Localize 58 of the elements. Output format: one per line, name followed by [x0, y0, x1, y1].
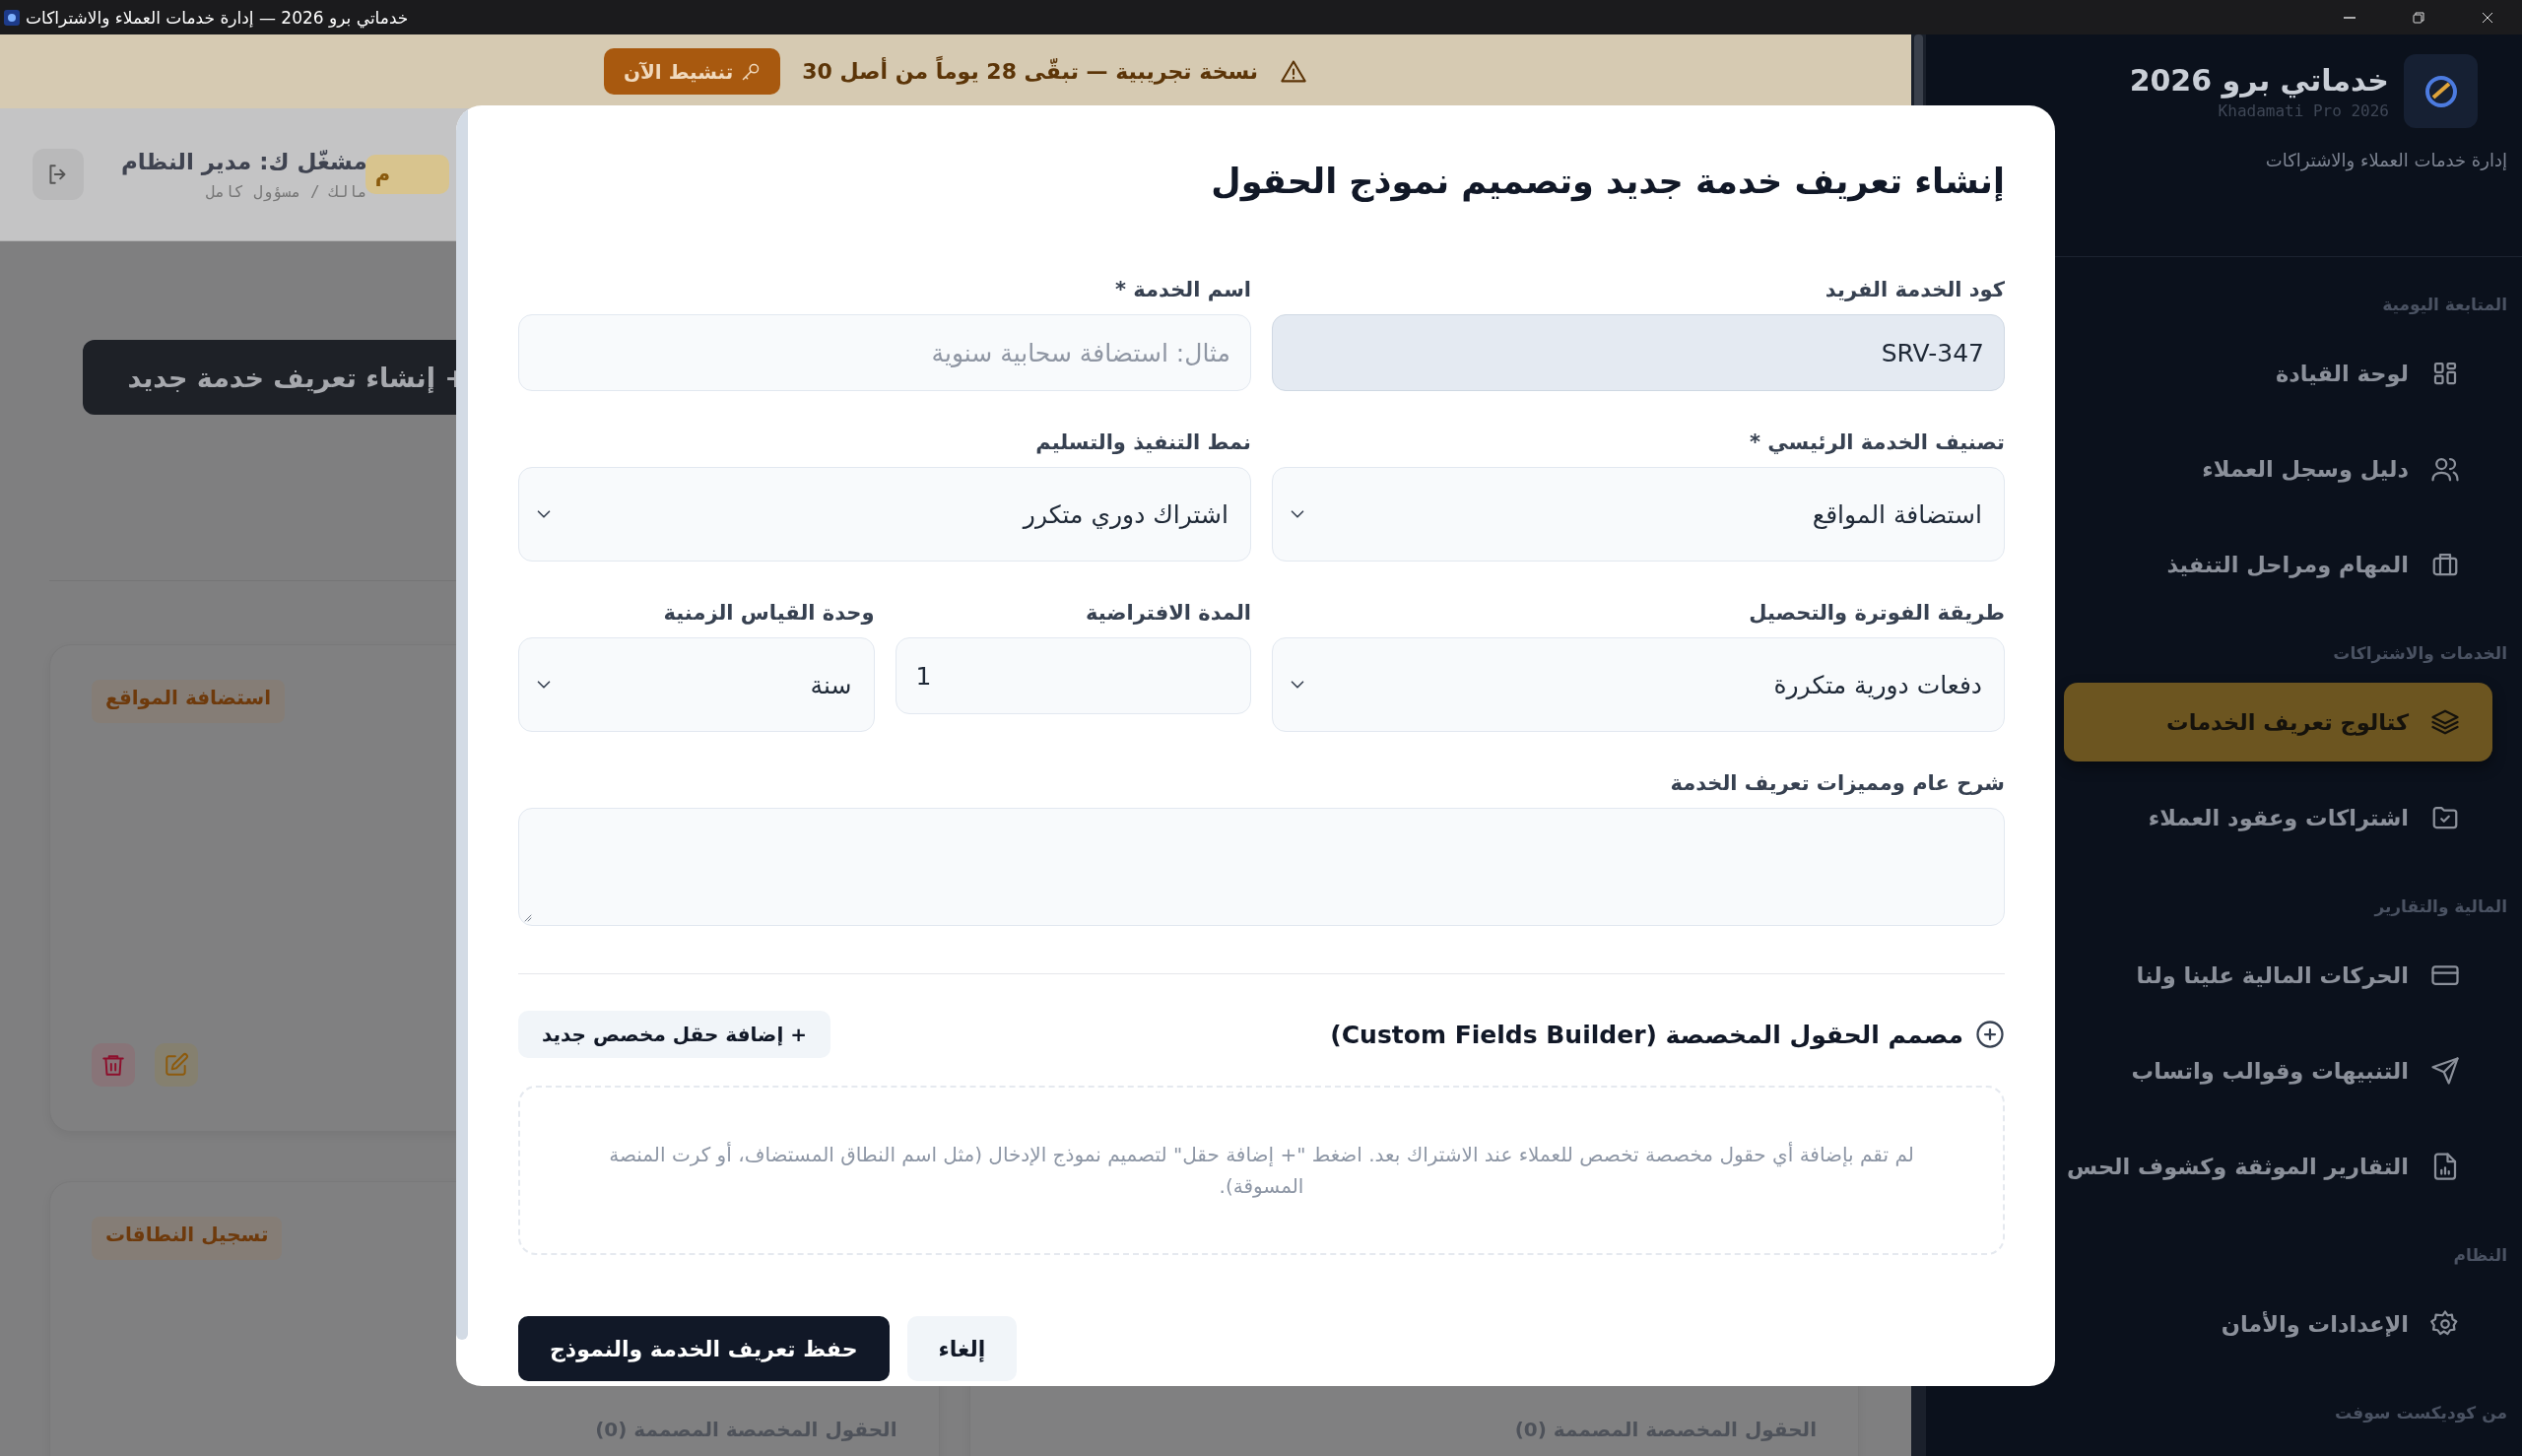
dropdown[interactable]: استضافة المواقع [1272, 467, 2005, 562]
nav-item[interactable]: الحركات المالية علينا ولنا [2064, 936, 2492, 1015]
category-tag: استضافة المواقع [92, 680, 286, 723]
section-heading: النظام [2452, 1244, 2508, 1267]
dialog-title: إنشاء تعريف خدمة جديد وتصميم نموذج الحقول [1210, 161, 2005, 204]
minimize-icon [2344, 16, 2356, 19]
brand-tagline: إدارة خدمات العملاء والاشتراكات [2264, 150, 2507, 170]
nav-item[interactable]: اشتراكات وعقود العملاء [2064, 778, 2492, 857]
cancel-button[interactable]: إلغاء [906, 1316, 1018, 1381]
app-icon [4, 9, 20, 26]
nav-item[interactable]: دليل وسجل العملاء [2064, 430, 2492, 508]
plus-circle-icon [1975, 1020, 2005, 1049]
user-role: مالك / مسؤول كامل [204, 181, 367, 201]
nav-item[interactable]: التنبيهات وقوالب واتساب [2064, 1031, 2492, 1110]
nav-item[interactable]: لوحة القيادة [2064, 334, 2492, 413]
layers-icon [2430, 707, 2460, 737]
close-icon [2481, 10, 2494, 25]
nav-item[interactable]: التقارير الموثقة وكشوف الحس [2064, 1127, 2492, 1206]
empty-message: لم تقم بإضافة أي حقول مخصصة تخصص للعملاء عند الاشتراك بعد. اضغط "+ إضافة حقل" لتصميم نموذج الإدخال (مثل اسم النطاق المستضاف، أو كرت المنصة المسوقة). [608, 1141, 1915, 1200]
text-field[interactable]: SRV-347 [1272, 314, 2005, 391]
window-title: خدماتي برو 2026 — إدارة خدمات العملاء والاشتراكات [26, 7, 410, 28]
save-button[interactable]: حفظ تعريف الخدمة والنموذج [518, 1316, 890, 1381]
dropdown[interactable]: دفعات دورية متكررة [1272, 637, 2005, 732]
trash-icon [100, 1052, 126, 1078]
add-field-button[interactable]: + إضافة حقل مخصص جديد [518, 1011, 830, 1058]
logout-button[interactable] [33, 149, 84, 200]
brand-subtitle: Khadamati Pro 2026 [2217, 100, 2389, 120]
field-label: طريقة الفوترة والتحصيل [1748, 601, 2005, 626]
delete-button[interactable] [92, 1043, 135, 1087]
text-area[interactable] [518, 808, 2005, 926]
dropdown[interactable]: سنة [518, 637, 875, 732]
section-heading: من كوديكست سوفت [2334, 1402, 2508, 1424]
section-heading: المتابعة اليومية [2381, 294, 2508, 316]
field-label: كود الخدمة الفريد [1824, 278, 2005, 302]
section-heading: الخدمات والاشتراكات [2332, 642, 2508, 665]
edit-button[interactable] [155, 1043, 198, 1087]
field-label: شرح عام ومميزات تعريف الخدمة [1669, 771, 2005, 796]
field-label: نمط التنفيذ والتسليم [1034, 430, 1251, 455]
number-field[interactable]: 1 [895, 637, 1251, 714]
pencil-icon [164, 1052, 189, 1078]
section-title: مصمم الحقول المخصصة (Custom Fields Builder) [1330, 1020, 1963, 1049]
user-name: مشغّل ك: مدير النظام [121, 148, 367, 174]
category-tag: تسجيل النطاقات [92, 1217, 283, 1260]
brand-name: خدماتي برو 2026 [2129, 62, 2389, 98]
activate-button[interactable]: تنشيط الآن [603, 48, 781, 95]
nav-item[interactable]: الإعدادات والأمان [2064, 1285, 2492, 1363]
dropdown[interactable]: اشتراك دوري متكرر [518, 467, 1251, 562]
field-label: وحدة القياس الزمنية [662, 601, 875, 626]
key-icon [741, 61, 762, 82]
field-label: تصنيف الخدمة الرئيسي * [1749, 430, 2005, 455]
restore-icon [2412, 10, 2425, 25]
status-badge: م [365, 155, 450, 194]
field-label: المدة الافتراضية [1084, 601, 1251, 626]
field-label: اسم الخدمة * [1114, 278, 1251, 302]
section-heading: المالية والتقارير [2372, 895, 2508, 918]
text-field[interactable]: مثال: استضافة سحابية سنوية [518, 314, 1251, 391]
send-icon [2430, 1056, 2460, 1086]
nav-item[interactable]: المهام ومراحل التنفيذ [2064, 525, 2492, 604]
